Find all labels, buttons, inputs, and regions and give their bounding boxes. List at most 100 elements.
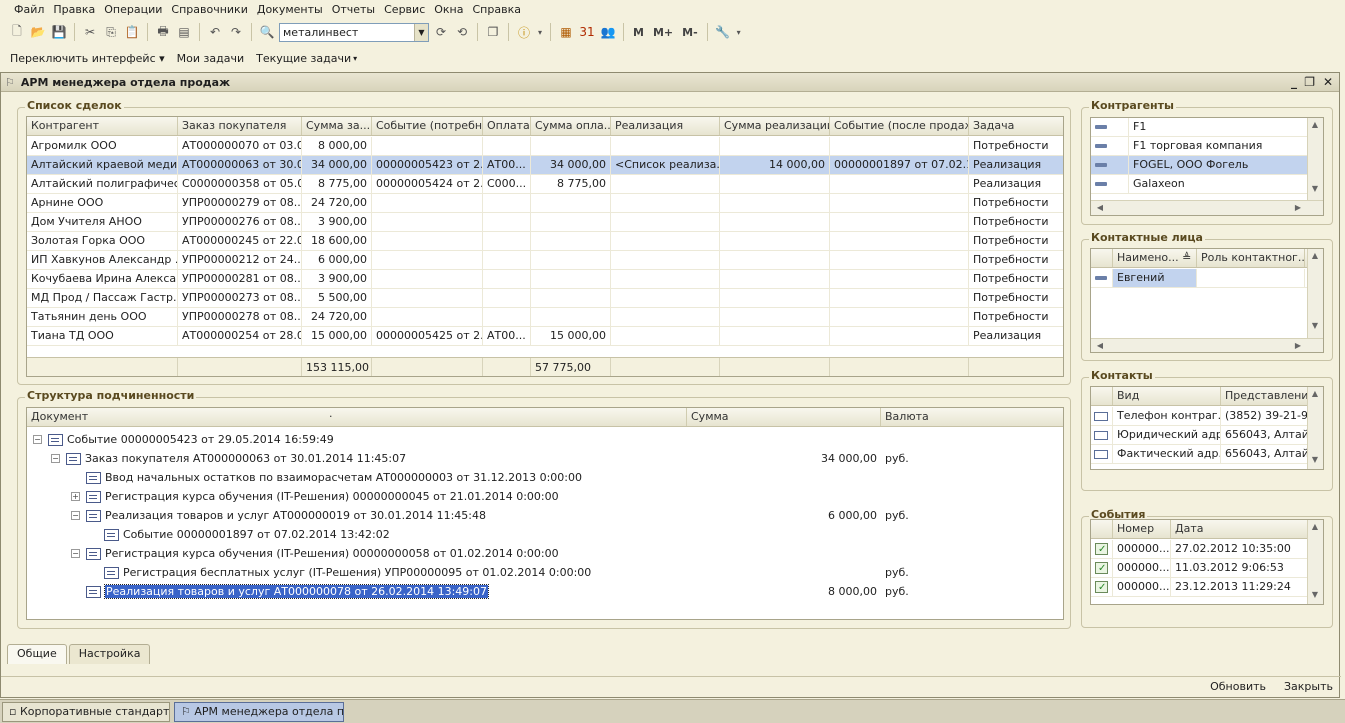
scroll-up-icon[interactable]: ▲ <box>1308 522 1322 531</box>
table-row[interactable]: Кочубаева Ирина Алекса... УПР00000281 от … <box>27 270 1063 289</box>
table-row[interactable]: Юридический адр...656043, Алтайск <box>1091 426 1309 445</box>
scroll-down-icon[interactable]: ▼ <box>1308 184 1322 193</box>
counterparties-hscroll[interactable]: ◀ ▶ <box>1091 200 1323 215</box>
scroll-right-icon[interactable]: ▶ <box>1291 341 1305 350</box>
scroll-up-icon[interactable]: ▲ <box>1308 251 1322 260</box>
col-currency[interactable]: Валюта <box>881 408 1063 426</box>
counterparties-vscroll[interactable]: ▲ ▼ <box>1307 118 1323 200</box>
settings-icon[interactable]: 🔧 <box>714 23 732 41</box>
col-role[interactable]: Роль контактног... <box>1197 249 1305 267</box>
tree-row[interactable]: − Событие 00000005423 от 29.05.2014 16:59… <box>33 430 334 449</box>
table-row[interactable]: Алтайский полиграфичес... С0000000358 от … <box>27 175 1063 194</box>
table-row[interactable]: Тиана ТД ООО АТ000000254 от 28.0... 15 000… <box>27 327 1063 346</box>
tree-row[interactable]: Событие 00000001897 от 07.02.2014 13:42:… <box>89 525 390 544</box>
col-sum[interactable]: Сумма <box>687 408 881 426</box>
menu-operations[interactable]: Операции <box>104 3 162 16</box>
tree-row[interactable]: − Реализация товаров и услуг АТ000000019 … <box>71 506 486 525</box>
search-dropdown-icon[interactable]: ▼ <box>414 23 428 41</box>
table-row[interactable]: 000000...23.12.2013 11:29:24 <box>1091 578 1309 597</box>
save-icon[interactable]: 💾 <box>50 23 68 41</box>
search-input[interactable]: металинвест ▼ <box>279 22 429 42</box>
col-realization-sum[interactable]: Сумма реализации <box>720 117 830 135</box>
contacts-table[interactable]: Вид Представление Телефон контраг... (385… <box>1090 386 1324 470</box>
table-row[interactable]: Агромилк ООО АТ000000070 от 03.0... 8 000,… <box>27 137 1063 156</box>
paste-icon[interactable]: 📋 <box>123 23 141 41</box>
menu-file[interactable]: Файл <box>14 3 44 16</box>
scroll-up-icon[interactable]: ▲ <box>1308 389 1322 398</box>
redo-icon[interactable]: ↷ <box>227 23 245 41</box>
memory-minus-button[interactable]: M- <box>679 26 701 39</box>
col-event-after[interactable]: Событие (после продажи) <box>830 117 969 135</box>
open-folder-icon[interactable]: 📂 <box>29 23 47 41</box>
scroll-down-icon[interactable]: ▼ <box>1308 590 1322 599</box>
table-row[interactable]: 000000...27.02.2012 10:35:00 <box>1091 540 1309 559</box>
memory-plus-button[interactable]: M+ <box>650 26 676 39</box>
scroll-right-icon[interactable]: ▶ <box>1291 203 1305 212</box>
minimize-icon[interactable]: _ <box>1291 75 1297 89</box>
col-payment[interactable]: Оплата <box>483 117 531 135</box>
windows-icon[interactable]: ❐ <box>484 23 502 41</box>
col-order-sum[interactable]: Сумма за... <box>302 117 372 135</box>
menu-reports[interactable]: Отчеты <box>332 3 375 16</box>
scroll-left-icon[interactable]: ◀ <box>1093 203 1107 212</box>
scroll-down-icon[interactable]: ▼ <box>1308 321 1322 330</box>
copy-icon[interactable]: ⎘ <box>102 23 120 41</box>
col-payment-sum[interactable]: Сумма опла... <box>531 117 611 135</box>
tree-row[interactable]: − Регистрация курса обучения (IT-Решения)… <box>71 544 559 563</box>
scroll-down-icon[interactable]: ▼ <box>1308 455 1322 464</box>
scroll-up-icon[interactable]: ▲ <box>1308 120 1322 129</box>
settings-dropdown-icon[interactable]: ▾ <box>735 23 743 41</box>
col-date[interactable]: Дата <box>1171 520 1309 538</box>
col-realization[interactable]: Реализация <box>611 117 720 135</box>
calendar-icon[interactable]: 31 <box>578 23 596 41</box>
expand-icon[interactable]: + <box>71 492 80 501</box>
refresh-button[interactable]: Обновить <box>1210 680 1266 693</box>
col-document[interactable]: Документ · <box>27 408 687 426</box>
collapse-icon[interactable]: − <box>33 435 42 444</box>
undo-icon[interactable]: ↶ <box>206 23 224 41</box>
col-task[interactable]: Задача <box>969 117 1063 135</box>
tree-row[interactable]: Реализация товаров и услуг АТ000000078 о… <box>71 582 489 601</box>
menu-edit[interactable]: Правка <box>53 3 95 16</box>
new-document-icon[interactable]: 🗋 <box>8 23 26 41</box>
list-item[interactable]: F1 торговая компания <box>1091 137 1309 156</box>
table-row[interactable]: ИП Хавкунов Александр ... УПР00000212 от … <box>27 251 1063 270</box>
taskbar-item-arm[interactable]: ⚐ АРМ менеджера отдела пр... <box>174 701 344 722</box>
col-number[interactable]: Номер <box>1113 520 1171 538</box>
table-row[interactable]: Золотая Горка ООО АТ000000245 от 22.0... 1… <box>27 232 1063 251</box>
col-kind[interactable]: Вид <box>1113 387 1221 405</box>
col-name[interactable] <box>1091 249 1113 267</box>
switch-interface-button[interactable]: Переключить интерфейс ▾ <box>10 52 165 65</box>
collapse-icon[interactable]: − <box>51 454 60 463</box>
find-next-icon[interactable]: ⟳ <box>432 23 450 41</box>
list-item[interactable]: F1 <box>1091 118 1309 137</box>
col-event-need[interactable]: Событие (потребн... <box>372 117 483 135</box>
info-icon[interactable]: ⓘ <box>515 23 533 41</box>
structure-tree[interactable]: Документ · Сумма Валюта − Событие 00000005… <box>26 407 1064 620</box>
print-preview-icon[interactable]: ▤ <box>175 23 193 41</box>
tree-row[interactable]: Ввод начальных остатков по взаиморасчета… <box>71 468 582 487</box>
list-item[interactable]: Galaxeon <box>1091 175 1309 194</box>
table-row[interactable]: 000000...11.03.2012 9:06:53 <box>1091 559 1309 578</box>
events-vscroll[interactable]: ▲ ▼ <box>1307 520 1323 604</box>
menu-service[interactable]: Сервис <box>384 3 425 16</box>
close-icon[interactable]: ✕ <box>1323 75 1333 89</box>
col-person-name[interactable]: Наимено... ≜ <box>1113 249 1197 267</box>
contact-person-row[interactable]: Евгений <box>1091 269 1309 288</box>
menu-help[interactable]: Справка <box>473 3 521 16</box>
menu-documents[interactable]: Документы <box>257 3 323 16</box>
collapse-icon[interactable]: − <box>71 511 80 520</box>
menu-windows[interactable]: Окна <box>434 3 463 16</box>
tab-general[interactable]: Общие <box>7 644 67 664</box>
table-row[interactable]: Фактический адр...656043, Алтайск <box>1091 445 1309 464</box>
collapse-icon[interactable]: − <box>71 549 80 558</box>
find-prev-icon[interactable]: ⟲ <box>453 23 471 41</box>
table-row[interactable]: Арнине ООО УПР00000279 от 08.... 24 720,00… <box>27 194 1063 213</box>
users-icon[interactable]: 👥 <box>599 23 617 41</box>
table-row[interactable]: Татьянин день ООО УПР00000278 от 08.... 24… <box>27 308 1063 327</box>
restore-icon[interactable]: ❐ <box>1304 75 1315 89</box>
current-tasks-dropdown-icon[interactable]: ▾ <box>353 54 357 63</box>
calculator-icon[interactable]: ▦ <box>557 23 575 41</box>
tab-settings[interactable]: Настройка <box>68 644 151 664</box>
close-button[interactable]: Закрыть <box>1284 680 1333 693</box>
